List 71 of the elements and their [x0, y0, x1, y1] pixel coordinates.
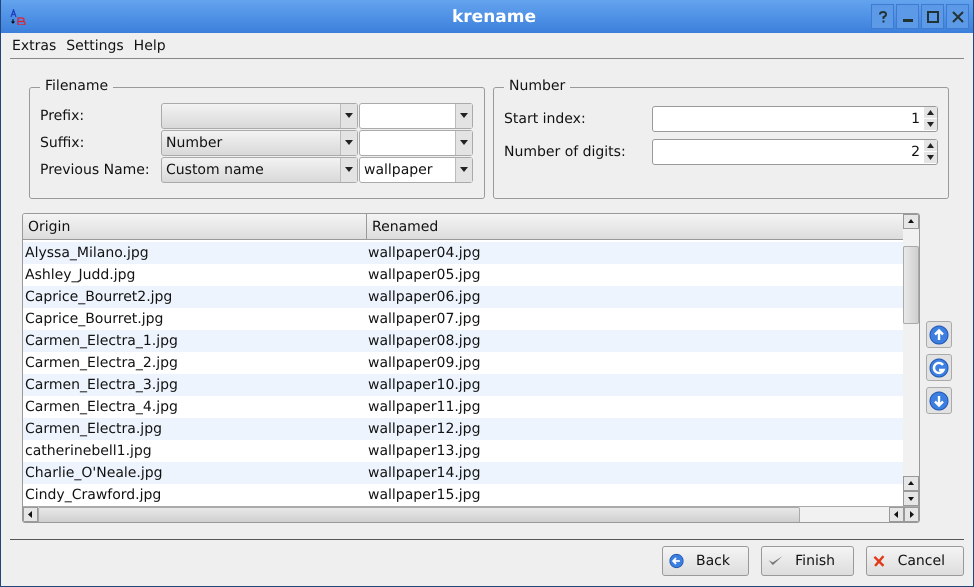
dropdown-arrow-icon [460, 167, 468, 172]
table-cell-text: Carmen_Electra_1.jpg [24, 332, 179, 350]
table-cell: wallpaper10.jpg [368, 376, 480, 394]
cancel-button[interactable]: Cancel [866, 546, 964, 576]
window-title: krename [450, 6, 538, 26]
minimize-button[interactable] [896, 4, 919, 29]
close-icon [952, 10, 964, 22]
move-up-button[interactable] [926, 321, 952, 348]
app-icon [9, 8, 27, 24]
table-cell-text: Carmen_Electra_3.jpg [24, 376, 179, 394]
spin-up-icon [924, 107, 937, 118]
maximize-icon [926, 10, 938, 22]
help-button[interactable] [871, 4, 894, 29]
table-cell-text: Caprice_Bourret2.jpg [24, 288, 174, 306]
table-cell: wallpaper11.jpg [368, 398, 480, 416]
table-cell-text: Carmen_Electra_2.jpg [24, 354, 179, 372]
vertical-scrollbar[interactable] [903, 214, 919, 506]
field-label: Prefix: [40, 108, 86, 124]
dropdown-arrow-icon [345, 167, 353, 172]
text-combo-field[interactable] [359, 130, 473, 156]
table-cell-text: Cindy_Crawford.jpg [24, 486, 162, 504]
table-cell-text: Charlie_O'Neale.jpg [24, 464, 164, 482]
dropdown-arrow-icon [345, 140, 353, 145]
column-header[interactable]: Renamed [367, 214, 903, 239]
dropdown-arrow-icon [345, 113, 353, 118]
type-dropdown[interactable]: Number [161, 130, 358, 156]
move-down-button[interactable] [926, 387, 952, 414]
spin-box[interactable]: 2 [652, 138, 938, 164]
spin-up-icon [924, 140, 937, 151]
spin-down-icon [924, 152, 937, 163]
field-label: Start index: [504, 110, 587, 126]
scroll-thumb[interactable] [38, 506, 800, 522]
table-cell-text: Ashley_Judd.jpg [24, 266, 136, 284]
table-cell-text: Carmen_Electra_4.jpg [24, 398, 179, 416]
spin-down-icon [924, 119, 937, 130]
table-cell-text: catherinebell1.jpg [24, 442, 153, 460]
type-dropdown[interactable]: Custom name [161, 156, 358, 182]
text-combo-field[interactable]: wallpaper [359, 156, 473, 182]
menu-item[interactable]: Help [132, 38, 175, 54]
table-cell: wallpaper07.jpg [368, 310, 480, 328]
finish-button[interactable]: Finish [761, 546, 854, 576]
menu-item[interactable]: Settings [65, 38, 133, 54]
field-label: Number of digits: [504, 144, 627, 160]
table-cell: wallpaper13.jpg [368, 442, 480, 460]
spin-box[interactable]: 1 [652, 106, 938, 132]
text-combo-field[interactable] [359, 102, 473, 128]
close-button[interactable] [946, 4, 969, 29]
scroll-thumb[interactable] [903, 246, 919, 324]
table-cell: wallpaper06.jpg [368, 288, 480, 306]
help-icon [878, 10, 888, 22]
table-cell: wallpaper05.jpg [368, 266, 480, 284]
table-cell-text: Carmen_Electra.jpg [24, 420, 163, 438]
table-cell: wallpaper08.jpg [368, 332, 480, 350]
horizontal-scrollbar[interactable] [23, 506, 919, 522]
field-label: Previous Name: [40, 162, 151, 178]
table-cell: wallpaper12.jpg [368, 420, 480, 438]
back-button[interactable]: Back [662, 546, 749, 576]
dropdown-arrow-icon [460, 140, 468, 145]
dropdown-arrow-icon [460, 113, 468, 118]
table-cell-text: Caprice_Bourret.jpg [24, 310, 164, 328]
table-cell: wallpaper14.jpg [368, 464, 480, 482]
reset-button[interactable] [926, 354, 952, 381]
table-cell-text: Alyssa_Milano.jpg [24, 244, 150, 262]
menu-item[interactable]: Extras [11, 38, 66, 54]
field-label: Suffix: [40, 134, 86, 150]
table-cell: wallpaper09.jpg [368, 354, 480, 372]
minimize-icon [902, 19, 912, 22]
column-header[interactable]: Origin [23, 214, 367, 239]
table-cell: wallpaper15.jpg [368, 486, 480, 504]
maximize-button[interactable] [921, 4, 944, 29]
table-cell: wallpaper04.jpg [368, 244, 480, 262]
